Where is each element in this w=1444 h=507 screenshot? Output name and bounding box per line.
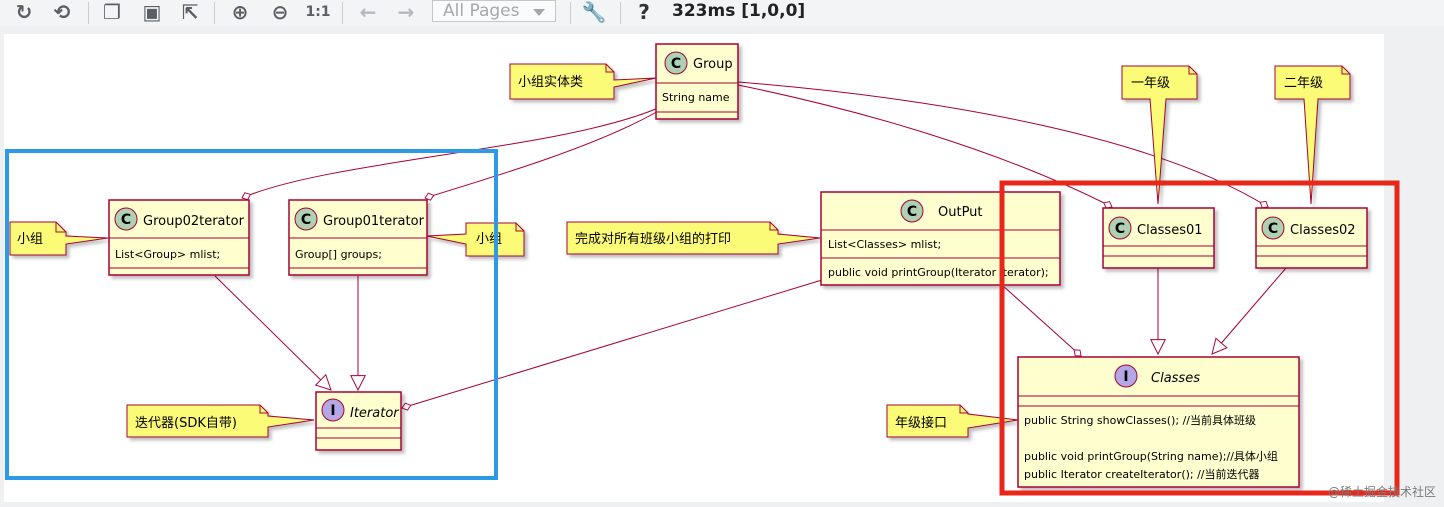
note-classes02-text: 二年级 (1284, 76, 1323, 91)
note-group-text: 小组实体类 (518, 75, 583, 90)
class-group02terator-name: Group02terator (143, 214, 245, 229)
note-group02: 小组 (9, 221, 109, 256)
svg-text:C: C (1268, 221, 1278, 237)
svg-text:I: I (330, 403, 335, 419)
class-group01terator-name: Group01terator (323, 214, 425, 229)
aggregation-output-classes (1001, 284, 1082, 357)
svg-text:C: C (121, 212, 131, 228)
note-group02-text: 小组 (17, 232, 43, 247)
class-output-field: List<Classes> mlist; (828, 238, 941, 251)
watermark: @稀土掘金技术社区 (1328, 484, 1436, 499)
uml-diagram: 小组实体类 小组 小组 迭代器(SDK自带) 完成对所有班级小组的打印 一年级 … (5, 43, 1436, 499)
interface-classes-method: public void printGroup(String name);//具体… (1024, 449, 1278, 463)
class-group-name: Group (693, 57, 733, 72)
note-iterator: 迭代器(SDK自带) (126, 404, 315, 438)
class-classes01[interactable]: C Classes01 (1102, 207, 1215, 269)
note-iterator-text: 迭代器(SDK自带) (135, 416, 237, 431)
note-group01: 小组 (426, 222, 525, 257)
interface-classes-name: Classes (1151, 371, 1200, 386)
class-group02terator[interactable]: C Group02terator List<Group> mlist; (108, 199, 250, 276)
svg-text:C: C (301, 212, 311, 228)
class-group01terator-field: Group[] groups; (295, 248, 382, 261)
svg-text:C: C (1115, 221, 1125, 237)
class-output-method: public void printGroup(Iterator iterator… (828, 266, 1049, 279)
class-group[interactable]: C Group String name (655, 43, 739, 120)
class-group01terator[interactable]: C Group01terator Group[] groups; (288, 199, 428, 276)
class-group-field: String name (662, 91, 730, 104)
class-classes01-name: Classes01 (1137, 223, 1203, 238)
class-group02terator-field: List<Group> mlist; (115, 248, 220, 261)
note-output: 完成对所有班级小组的打印 (566, 221, 821, 255)
class-output[interactable]: C OutPut List<Classes> mlist; public voi… (820, 191, 1061, 286)
class-classes02-name: Classes02 (1290, 223, 1356, 238)
interface-classes-method: public Iterator createIterator(); //当前迭代… (1024, 467, 1260, 481)
note-output-text: 完成对所有班级小组的打印 (575, 231, 731, 247)
aggregation-group-group01 (424, 109, 661, 201)
note-classes-text: 年级接口 (895, 415, 947, 431)
note-group01-text: 小组 (476, 232, 502, 247)
interface-iterator[interactable]: I Iterator (315, 391, 402, 451)
class-output-name: OutPut (938, 205, 983, 220)
realization-group02-iterator (214, 275, 331, 390)
note-classes: 年级接口 (886, 404, 1019, 438)
note-group: 小组实体类 (509, 63, 657, 100)
note-classes01-text: 一年级 (1131, 76, 1170, 91)
realization-classes02-classes (1212, 267, 1287, 354)
interface-classes[interactable]: I Classes public String showClasses(); /… (1017, 356, 1300, 488)
aggregation-output-iterator (401, 279, 823, 411)
svg-text:C: C (671, 56, 681, 72)
svg-text:C: C (907, 204, 917, 220)
interface-classes-method: public String showClasses(); //当前具体班级 (1024, 413, 1256, 427)
svg-text:I: I (1123, 369, 1128, 385)
class-classes02[interactable]: C Classes02 (1255, 207, 1368, 269)
interface-iterator-name: Iterator (350, 406, 400, 421)
